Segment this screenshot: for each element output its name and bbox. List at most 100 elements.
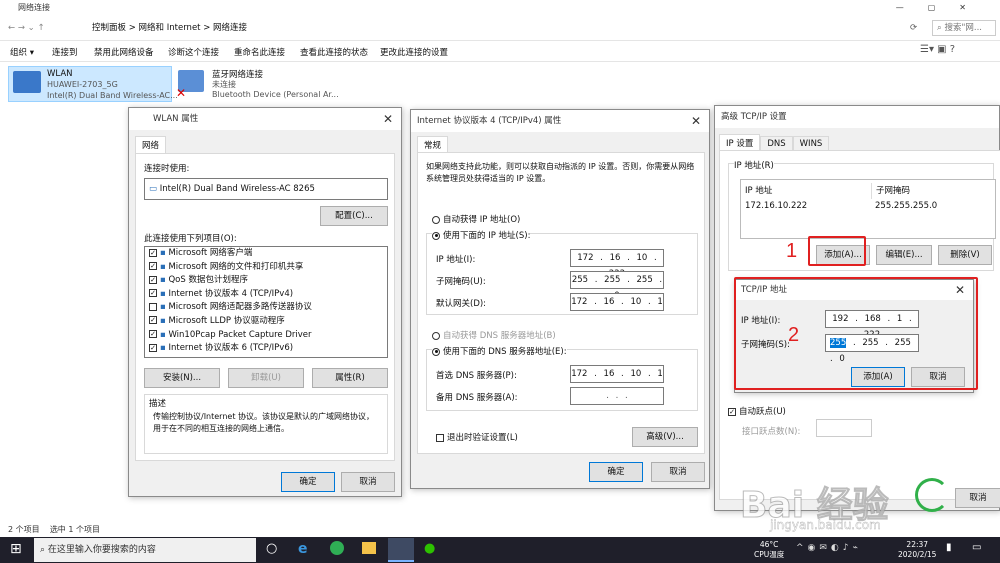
nav-arrows[interactable]: ← → ⌄ ↑ [8, 18, 45, 38]
checked-checkbox[interactable]: ✓ [149, 289, 157, 298]
clock[interactable]: 22:37 2020/2/15 [898, 540, 936, 560]
folder-icon[interactable] [362, 542, 376, 554]
checked-checkbox[interactable]: ✓ [149, 248, 157, 257]
table-row-mask[interactable]: 255.255.255.0 [875, 198, 937, 214]
watermark-url: jingyan.baidu.com [770, 518, 881, 532]
properties-button[interactable]: 属性(R) [312, 368, 388, 388]
ip-address-table[interactable]: IP 地址 子网掩码 172.16.10.222 255.255.255.0 [740, 179, 996, 239]
cancel-button[interactable]: 取消 [955, 488, 1000, 508]
cancel-button[interactable]: 取消 [651, 462, 705, 482]
ip-address-field[interactable]: 172 . 16 . 10 . 222 [570, 249, 664, 279]
system-tray-icons[interactable]: ^◉✉◐♪⌁ [796, 543, 862, 553]
auto-dns-radio[interactable]: 自动获得 DNS 服务器地址(B) [432, 329, 556, 341]
cancel-button[interactable]: 取消 [341, 472, 395, 492]
taskbar-search-text: 在这里输入你要搜索的内容 [47, 545, 156, 555]
items-list[interactable]: ✓ ▪ Microsoft 网络客户端 ✓ ▪ Microsoft 网络的文件和打印机… [144, 246, 388, 358]
ribbon-rename[interactable]: 重命名此连接 [234, 46, 285, 58]
address-row: ← → ⌄ ↑ 控制面板 > 网络和 Internet > 网络连接 ⟳ ⌕ 搜… [0, 18, 1000, 38]
edge-icon[interactable]: e [298, 541, 308, 557]
window-controls[interactable]: —▢✕ [896, 0, 990, 16]
metric-field[interactable] [816, 419, 872, 437]
crumb-network-connections[interactable]: 网络连接 [213, 23, 247, 33]
browser-icon[interactable] [330, 541, 344, 555]
wechat-icon[interactable]: ● [424, 541, 435, 556]
edit-ip-button[interactable]: 编辑(E)... [876, 245, 932, 265]
mask-label: 子网掩码(U): [436, 277, 486, 287]
list-item-label: Microsoft LLDP 协议驱动程序 [168, 315, 285, 326]
ribbon-disable[interactable]: 禁用此网络设备 [94, 46, 154, 58]
tab-network[interactable]: 网络 [135, 136, 167, 153]
ribbon-status[interactable]: 查看此连接的状态 [300, 46, 368, 58]
tab-general[interactable]: 常规 [417, 136, 449, 153]
notification-icon[interactable]: ▭ [972, 542, 981, 553]
uninstall-button[interactable]: 卸载(U) [228, 368, 304, 388]
list-item[interactable]: ✓ ▪ Microsoft 网络客户端 [145, 247, 387, 261]
adapter-bluetooth[interactable]: ✕ 蓝牙网络连接 未连接 Bluetooth Device (Personal … [176, 66, 340, 102]
item-count: 2 个项目 [8, 525, 40, 534]
delete-ip-button[interactable]: 删除(V) [938, 245, 992, 265]
gateway-field[interactable]: 172 . 16 . 10 . 1 [570, 293, 664, 311]
highlight-add-button [808, 236, 866, 266]
tab-ip-settings[interactable]: IP 设置 [719, 134, 761, 151]
crumb-network-internet[interactable]: 网络和 Internet [139, 23, 201, 33]
taskbar-search[interactable]: ⌕ 在这里输入你要搜索的内容 [34, 538, 256, 562]
list-item-label: Win10Pcap Packet Capture Driver [168, 329, 312, 340]
dialog-title: Internet 协议版本 4 (TCP/IPv4) 属性 [417, 116, 562, 126]
checked-checkbox[interactable]: ✓ [149, 262, 157, 271]
checked-checkbox[interactable]: ✓ [149, 316, 157, 325]
auto-ip-radio[interactable]: 自动获得 IP 地址(O) [432, 213, 520, 225]
crumb-control-panel[interactable]: 控制面板 [92, 23, 126, 33]
ribbon-connect[interactable]: 连接到 [52, 46, 78, 58]
ribbon-organize[interactable]: 组织 ▾ [10, 46, 34, 58]
table-row-ip[interactable]: 172.16.10.222 [745, 198, 807, 214]
dialog-titlebar: Internet 协议版本 4 (TCP/IPv4) 属性 ✕ [411, 110, 709, 132]
advanced-button[interactable]: 高级(V)... [632, 427, 698, 447]
ip-label: IP 地址(I): [436, 255, 476, 265]
checked-checkbox[interactable]: ✓ [149, 275, 157, 284]
list-item[interactable]: ▪ Microsoft 网络适配器多路传送器协议 [145, 301, 387, 315]
breadcrumb[interactable]: 控制面板 > 网络和 Internet > 网络连接 [92, 18, 247, 38]
configure-button[interactable]: 配置(C)... [320, 206, 388, 226]
adapter-name: WLAN [47, 69, 73, 79]
adapter-wlan[interactable]: WLAN HUAWEI-2703_5G Intel(R) Dual Band W… [8, 66, 178, 102]
watermark-circle-icon [915, 478, 949, 512]
list-item[interactable]: ✓ ▪ QoS 数据包计划程序 [145, 274, 387, 288]
list-item-label: Internet 协议版本 6 (TCP/IPv6) [168, 343, 294, 354]
subnet-mask-field[interactable]: 255 . 255 . 255 . 0 [570, 271, 664, 301]
search-box[interactable]: ⌕ 搜索"网... [932, 20, 996, 36]
view-options-icon[interactable]: ☰▾ ▣ ? [920, 44, 955, 55]
dialog-titlebar: 高级 TCP/IP 设置 [715, 106, 999, 128]
use-ip-radio[interactable]: 使用下面的 IP 地址(S): [432, 229, 531, 241]
selected-count: 选中 1 个项目 [49, 525, 100, 534]
ok-button[interactable]: 确定 [281, 472, 335, 492]
list-item[interactable]: ✓ ▪ Internet 协议版本 6 (TCP/IPv6) [145, 342, 387, 356]
install-button[interactable]: 安装(N)... [144, 368, 220, 388]
checked-checkbox[interactable]: ✓ [149, 343, 157, 352]
network-app-icon[interactable] [388, 538, 414, 562]
tab-dns[interactable]: DNS [760, 136, 793, 151]
dialog-titlebar: WLAN 属性 ✕ [129, 108, 401, 130]
alternate-dns-field[interactable]: . . . [570, 387, 664, 405]
description-group: 描述 传输控制协议/Internet 协议。该协议是默认的广域网络协议，用于在不… [144, 394, 388, 454]
list-item[interactable]: ✓ ▪ Win10Pcap Packet Capture Driver [145, 329, 387, 343]
use-dns-radio[interactable]: 使用下面的 DNS 服务器地址(E): [432, 345, 567, 357]
auto-metric-checkbox[interactable]: ✓ 自动跃点(U) [728, 405, 786, 417]
cpu-temp-value: 46°C [759, 540, 779, 549]
close-icon[interactable]: ✕ [383, 108, 393, 130]
close-icon[interactable]: ✕ [691, 110, 701, 132]
checked-checkbox[interactable]: ✓ [149, 330, 157, 339]
list-item[interactable]: ✓ ▪ Microsoft 网络的文件和打印机共享 [145, 261, 387, 275]
preferred-dns-field[interactable]: 172 . 16 . 10 . 1 [570, 365, 664, 383]
list-item[interactable]: ✓ ▪ Internet 协议版本 4 (TCP/IPv4) [145, 288, 387, 302]
tab-wins[interactable]: WINS [792, 136, 830, 151]
windows-start-icon[interactable]: ⊞ [10, 541, 22, 557]
list-item[interactable]: ✓ ▪ Microsoft LLDP 协议驱动程序 [145, 315, 387, 329]
validate-checkbox[interactable]: 退出时验证设置(L) [436, 431, 518, 443]
ok-button[interactable]: 确定 [589, 462, 643, 482]
refresh-icon[interactable]: ⟳ [910, 18, 917, 38]
unchecked-checkbox[interactable] [149, 302, 157, 311]
input-method-icon[interactable]: ▮ [946, 542, 952, 553]
task-view-icon[interactable]: ○ [266, 541, 277, 556]
ribbon-settings[interactable]: 更改此连接的设置 [380, 46, 448, 58]
ribbon-diagnose[interactable]: 诊断这个连接 [168, 46, 219, 58]
